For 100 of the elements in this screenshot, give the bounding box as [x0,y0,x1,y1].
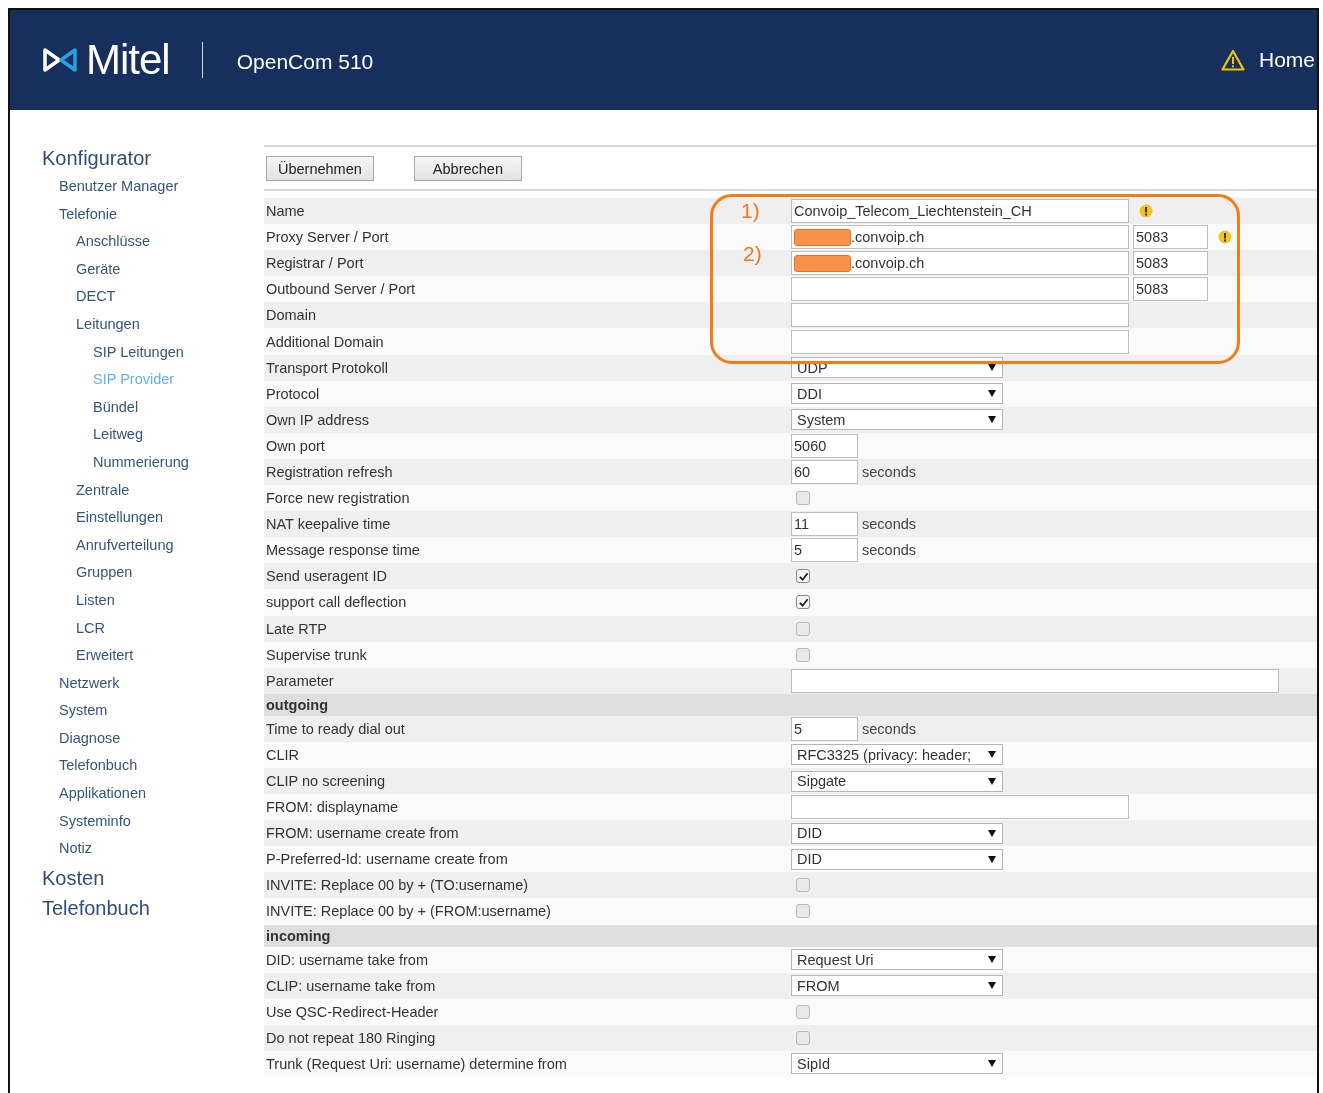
unit-label: seconds [862,464,916,480]
checkbox[interactable] [796,878,810,893]
nav-link[interactable]: Geräte [76,255,121,284]
nav-link[interactable]: Erweitert [76,642,134,670]
field-label: Additional Domain [266,333,384,350]
dropdown[interactable]: RFC3325 (privacy: header; [791,744,1003,766]
checkbox[interactable] [796,569,810,584]
caret-icon [988,956,996,964]
text-field[interactable] [791,795,1129,820]
nav-link[interactable]: DECT [76,283,116,311]
dropdown[interactable]: Sipgate [791,770,1003,792]
field-label: Message response time [266,542,420,559]
field-label: FROM: displayname [266,799,399,816]
nav-link[interactable]: SIP Leitungen [93,338,184,367]
field-label: Name [266,203,305,220]
nav-link[interactable]: LCR [76,614,105,643]
nav-link[interactable]: Telefonbuch [42,892,150,923]
text-field[interactable]: Convoip_Telecom_Liechtenstein_CH [791,199,1129,224]
field-label: INVITE: Replace 00 by + (TO:username) [266,877,529,894]
dropdown[interactable]: FROM [791,975,1003,997]
checkbox[interactable] [796,647,810,662]
dropdown[interactable]: SipId [791,1053,1003,1075]
nav-link[interactable]: Anrufverteilung [76,531,174,560]
field-label: Registration refresh [266,464,393,480]
product-name: OpenCom 510 [236,50,374,74]
field-label: Use QSC-Redirect-Header [266,1003,439,1020]
checkbox[interactable] [796,1030,810,1045]
text-field[interactable] [791,303,1129,328]
field-label: CLIR [266,746,300,763]
checkbox[interactable] [796,904,810,919]
nav-link[interactable]: Benutzer Manager [59,173,179,201]
nav-link[interactable]: Bündel [93,393,139,422]
field-label: Own IP address [266,411,369,428]
nav-link[interactable]: Zentrale [76,476,130,505]
nav-link[interactable]: Kosten [42,862,105,893]
dropdown[interactable]: DID [791,848,1003,870]
field-label: Time to ready dial out [266,720,405,737]
dropdown[interactable]: Request Uri [791,949,1003,971]
nav-link[interactable]: Notiz [59,835,93,863]
field-label: NAT keepalive time [266,516,391,533]
annotation-label: 2) [743,242,762,266]
dropdown[interactable]: DDI [791,383,1003,405]
section-header: incoming [264,924,1317,947]
field-label: Force new registration [266,490,410,507]
field-label: P-Preferred-Id: username create from [266,851,508,868]
field-label: Supervise trunk [266,646,367,663]
nav-link[interactable]: Leitungen [76,310,140,339]
field-label: Domain [266,307,316,324]
nav-link[interactable]: Leitweg [93,421,143,449]
field-label: CLIP: username take from [266,977,436,994]
checkbox[interactable] [796,491,810,506]
field-label: Late RTP [266,620,327,637]
nav-link[interactable]: Systeminfo [59,807,131,836]
checkbox[interactable] [796,621,810,636]
nav-link[interactable]: Anschlüsse [76,228,151,256]
nav-link[interactable]: Netzwerk [59,669,120,698]
text-field[interactable]: 60 [791,460,858,484]
port-field[interactable]: 5083 [1133,251,1208,276]
cancel-button[interactable]: Abbrechen [413,156,522,181]
text-field[interactable] [791,668,1279,693]
field-label: Transport Protokoll [266,359,388,376]
annotation-label: 1) [741,199,760,223]
port-field[interactable]: 5083 [1133,225,1208,250]
field-label: Registrar / Port [266,255,364,272]
dropdown[interactable]: System [791,409,1003,431]
nav-link[interactable]: Konfigurator [42,143,151,173]
caret-icon [988,777,996,785]
field-label: Outbound Server / Port [266,281,416,298]
nav-link[interactable]: Applikationen [59,780,147,808]
text-field[interactable]: 11 [791,512,858,537]
nav-link[interactable]: Telefonie [59,200,118,229]
port-field[interactable]: 5083 [1133,277,1208,302]
caret-icon [988,829,996,837]
apply-button[interactable]: Übernehmen [266,156,374,181]
nav-link[interactable]: Einstellungen [76,504,164,532]
nav-link[interactable]: System [59,697,108,725]
nav-link[interactable]: Telefonbuch [59,752,138,781]
checkbox[interactable] [796,1004,810,1019]
nav-link[interactable]: Listen [76,586,115,615]
text-field[interactable]: 5 [791,716,858,741]
field-label: INVITE: Replace 00 by + (FROM:username) [266,903,551,920]
server-field[interactable]: .convoip.ch [791,225,1129,250]
nav-link[interactable]: Gruppen [76,559,133,587]
home-link[interactable]: Home [1258,48,1315,72]
caret-icon [988,751,996,759]
warning-icon [1220,49,1245,71]
nav-link[interactable]: Diagnose [59,724,121,753]
field-label: Protocol [266,385,320,402]
caret-icon [988,1060,996,1068]
text-field[interactable]: 5 [791,538,858,563]
field-label: Send useragent ID [266,568,387,585]
field-label: Parameter [266,672,334,689]
server-field[interactable] [791,277,1129,302]
text-field[interactable]: 5060 [791,433,858,458]
nav-link[interactable]: Nummerierung [93,448,189,477]
server-field[interactable]: .convoip.ch [791,251,1129,276]
dropdown[interactable]: DID [791,822,1003,844]
section-header: outgoing [264,693,1317,716]
text-field[interactable] [791,329,1129,354]
checkbox[interactable] [796,595,810,610]
